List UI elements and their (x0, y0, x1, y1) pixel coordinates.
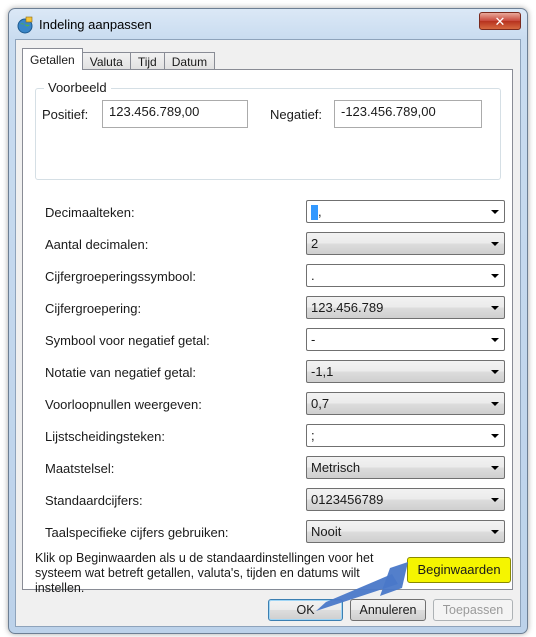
combo-maatstelsel[interactable]: Metrisch (306, 456, 505, 479)
label-standaardcijfers: Standaardcijfers: (45, 493, 143, 508)
label-lijstscheidingsteken: Lijstscheidingsteken: (45, 429, 165, 444)
label-taalspecifieke-cijfers: Taalspecifieke cijfers gebruiken: (45, 525, 229, 540)
tab-valuta[interactable]: Valuta (81, 52, 131, 70)
combo-symbool-negatief[interactable]: - (306, 328, 505, 351)
dialog-client-area: Getallen Valuta Tijd Datum Voorbeeld Pos… (15, 39, 521, 627)
tab-panel-getallen: Voorbeeld Positief: 123.456.789,00 Negat… (22, 69, 513, 595)
dropdown-arrow-icon (491, 242, 499, 246)
dropdown-arrow-icon (491, 306, 499, 310)
dropdown-arrow-icon (491, 210, 499, 214)
label-aantal-decimalen: Aantal decimalen: (45, 237, 149, 252)
combo-value: Metrisch (311, 460, 361, 475)
dropdown-arrow-icon (491, 530, 499, 534)
combo-voorloopnullen[interactable]: 0,7 (306, 392, 505, 415)
combo-lijstscheidingsteken[interactable]: ; (306, 424, 505, 447)
tab-tijd[interactable]: Tijd (129, 52, 165, 70)
selection-highlight (311, 205, 318, 221)
close-icon: ✕ (494, 14, 506, 29)
label-voorloopnullen: Voorloopnullen weergeven: (45, 397, 202, 412)
dropdown-arrow-icon (491, 338, 499, 342)
dialog-window: Indeling aanpassen ✕ Getallen Valuta Tij… (8, 8, 528, 634)
dropdown-arrow-icon (491, 466, 499, 470)
apply-button[interactable]: Toepassen (433, 599, 513, 621)
close-button[interactable]: ✕ (479, 12, 521, 30)
label-notatie-negatief: Notatie van negatief getal: (45, 365, 197, 380)
combo-value: 0123456789 (311, 492, 384, 507)
reset-hint-text: Klik op Beginwaarden als u de standaardi… (35, 551, 374, 595)
combo-notatie-negatief[interactable]: -1,1 (306, 360, 505, 383)
region-globe-icon (17, 16, 33, 34)
label-maatstelsel: Maatstelsel: (45, 461, 115, 476)
dropdown-arrow-icon (491, 434, 499, 438)
positive-example-value: 123.456.789,00 (102, 100, 248, 128)
label-cijfergroepering: Cijfergroepering: (45, 301, 142, 316)
combo-decimaalteken[interactable]: , (306, 200, 505, 223)
tab-strip: Getallen Valuta Tijd Datum (22, 48, 216, 70)
combo-value: ; (311, 428, 315, 443)
dropdown-arrow-icon (491, 370, 499, 374)
example-legend: Voorbeeld (44, 80, 111, 95)
combo-taalspecifieke-cijfers[interactable]: Nooit (306, 520, 505, 543)
tab-getallen[interactable]: Getallen (22, 48, 83, 70)
label-decimaalteken: Decimaalteken: (45, 205, 135, 220)
negative-example-value: -123.456.789,00 (334, 100, 482, 128)
label-symbool-negatief: Symbool voor negatief getal: (45, 333, 210, 348)
combo-standaardcijfers[interactable]: 0123456789 (306, 488, 505, 511)
combo-value: , (318, 204, 322, 219)
label-cijfergroeperingssymbool: Cijfergroeperingssymbool: (45, 269, 197, 284)
ok-button[interactable]: OK (268, 599, 343, 621)
example-groupbox: Voorbeeld Positief: 123.456.789,00 Negat… (35, 80, 501, 180)
combo-value: 0,7 (311, 396, 330, 411)
combo-value: 123.456.789 (311, 300, 384, 315)
dropdown-arrow-icon (491, 402, 499, 406)
positive-label: Positief: (42, 107, 89, 122)
negative-label: Negatief: (270, 107, 323, 122)
dropdown-arrow-icon (491, 274, 499, 278)
cancel-button[interactable]: Annuleren (350, 599, 426, 621)
reset-defaults-button[interactable]: Beginwaarden (407, 557, 511, 583)
combo-value: . (311, 268, 315, 283)
combo-cijfergroeperingssymbool[interactable]: . (306, 264, 505, 287)
combo-value: Nooit (311, 524, 342, 539)
combo-value: - (311, 332, 316, 347)
title-bar: Indeling aanpassen ✕ (9, 9, 527, 39)
tab-datum[interactable]: Datum (163, 52, 216, 70)
combo-cijfergroepering[interactable]: 123.456.789 (306, 296, 505, 319)
combo-aantal-decimalen[interactable]: 2 (306, 232, 505, 255)
combo-value: -1,1 (311, 364, 334, 379)
dropdown-arrow-icon (491, 498, 499, 502)
window-title: Indeling aanpassen (39, 17, 152, 32)
combo-value: 2 (311, 236, 319, 251)
